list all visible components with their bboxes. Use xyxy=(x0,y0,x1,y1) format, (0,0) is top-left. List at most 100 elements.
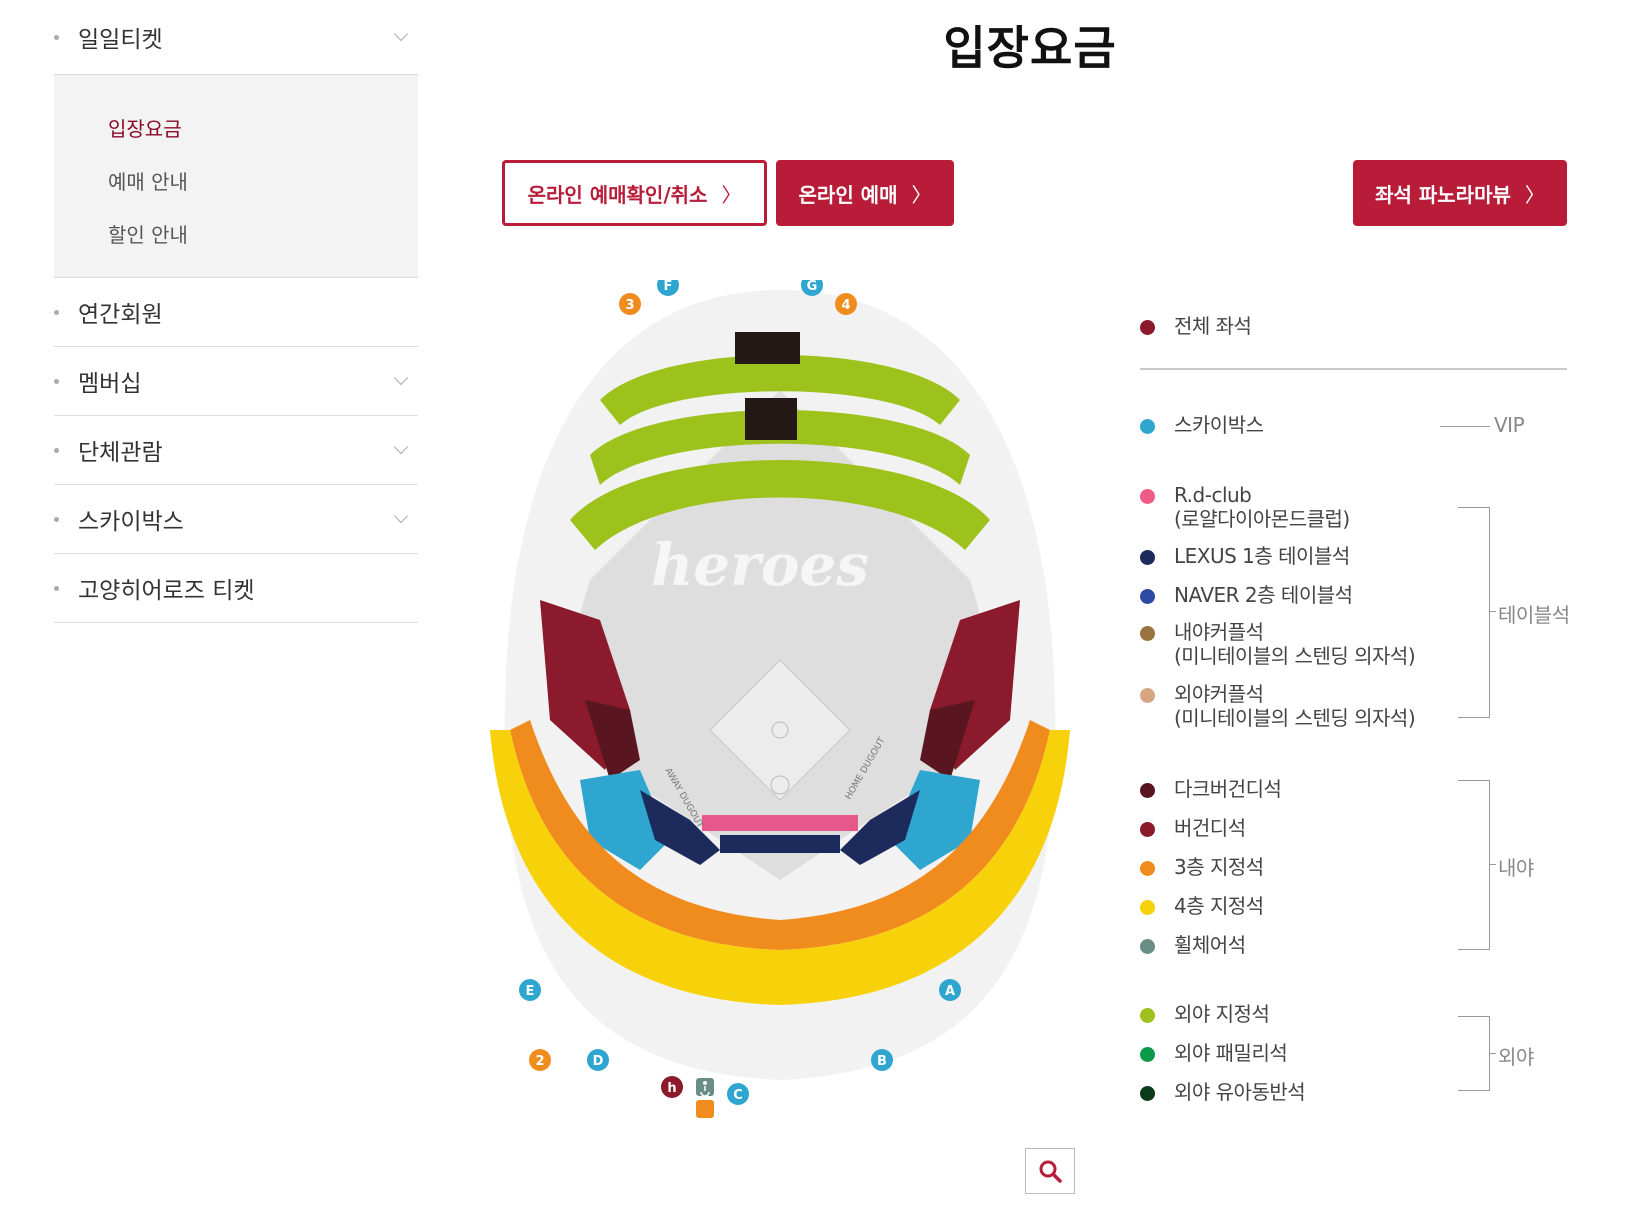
legend-dot xyxy=(1140,589,1155,604)
chevron-down-icon[interactable] xyxy=(393,439,409,455)
legend-label: 내야커플석 xyxy=(1174,620,1264,644)
group-label-infield: 내야 xyxy=(1498,856,1534,880)
outfield-black-box-upper xyxy=(735,332,800,364)
heroes-logo: heroes xyxy=(651,531,869,599)
magnifier-icon xyxy=(1039,1160,1062,1183)
vip-line xyxy=(1440,426,1490,427)
svg-text:A: A xyxy=(945,984,955,999)
gate-d-icon: D xyxy=(587,1049,609,1071)
wheelchair-icon xyxy=(696,1078,714,1097)
svg-text:4: 4 xyxy=(841,298,850,313)
sidebar-item-label: 스카이박스 xyxy=(78,509,184,535)
bracket-tick xyxy=(1490,864,1496,865)
chevron-right-icon: 〉 xyxy=(1524,182,1545,207)
chevron-down-icon[interactable] xyxy=(393,26,409,42)
legend-item-naver-table: NAVER 2층 테이블석 xyxy=(1140,583,1353,607)
stadium-seat-map[interactable]: heroes AWAY DUGOUT HOME DUGOUT F G 3 4 E… xyxy=(490,280,1070,1140)
chevron-down-icon[interactable] xyxy=(393,370,409,386)
submenu-item-discount-guide[interactable]: 할인 안내 xyxy=(108,209,418,262)
online-reserve-button[interactable]: 온라인 예매 〉 xyxy=(776,160,954,226)
legend-label: 버건디석 xyxy=(1174,816,1246,840)
legend-label: 다크버건디석 xyxy=(1174,777,1282,801)
page: 일일티켓 입장요금 예매 안내 할인 안내 연간회원 멤버십 단체관람 스카이박… xyxy=(0,0,1633,1210)
legend-dot xyxy=(1140,900,1155,915)
legend-sublabel: (미니테이블의 스텐딩 의자석) xyxy=(1174,644,1416,668)
svg-text:B: B xyxy=(877,1054,887,1069)
gate-3-icon: 3 xyxy=(619,293,641,315)
legend-label: 외야커플석 xyxy=(1174,682,1264,706)
sidebar-item-membership[interactable]: 멤버십 xyxy=(54,347,418,416)
svg-text:E: E xyxy=(526,984,535,999)
bracket-tick xyxy=(1490,1053,1496,1054)
sidebar-item-label: 고양히어로즈 티켓 xyxy=(78,578,255,604)
legend-sublabel: (미니테이블의 스텐딩 의자석) xyxy=(1174,706,1416,730)
legend-item-burgundy: 버건디석 xyxy=(1140,816,1246,840)
group-label-outfield: 외야 xyxy=(1498,1045,1534,1069)
legend-item-outfield-reserved: 외야 지정석 xyxy=(1140,1002,1270,1026)
sidebar-item-annual-member[interactable]: 연간회원 xyxy=(54,278,418,347)
bullet-icon xyxy=(54,517,59,522)
legend-item-outfield-kids: 외야 유아동반석 xyxy=(1140,1080,1306,1104)
chevron-right-icon: 〉 xyxy=(721,182,742,207)
legend-label: NAVER 2층 테이블석 xyxy=(1174,583,1353,607)
button-label: 온라인 예매확인/취소 xyxy=(527,182,708,207)
legend-dot xyxy=(1140,939,1155,954)
seat-panorama-button[interactable]: 좌석 파노라마뷰 〉 xyxy=(1353,160,1567,226)
submenu-item-reservation-guide[interactable]: 예매 안내 xyxy=(108,156,418,209)
svg-text:D: D xyxy=(593,1054,604,1069)
bracket-tick xyxy=(1490,611,1496,612)
gate-f-icon: F xyxy=(657,280,679,296)
sidebar: 일일티켓 입장요금 예매 안내 할인 안내 연간회원 멤버십 단체관람 스카이박… xyxy=(54,0,418,623)
group-label-vip: VIP xyxy=(1494,413,1525,437)
online-confirm-cancel-button[interactable]: 온라인 예매확인/취소 〉 xyxy=(502,160,767,226)
svg-text:2: 2 xyxy=(535,1054,544,1069)
legend-item-infield-couple: 내야커플석 (미니테이블의 스텐딩 의자석) xyxy=(1140,620,1416,668)
sidebar-item-group-viewing[interactable]: 단체관람 xyxy=(54,416,418,485)
submenu-item-admission-fee[interactable]: 입장요금 xyxy=(108,103,418,156)
legend-dot xyxy=(1140,1086,1155,1101)
legend-label: 외야 지정석 xyxy=(1174,1002,1270,1026)
gate-4-icon: 4 xyxy=(835,293,857,315)
legend-item-outfield-couple: 외야커플석 (미니테이블의 스텐딩 의자석) xyxy=(1140,682,1416,730)
svg-text:G: G xyxy=(807,280,818,294)
legend-item-rd-club: R.d-club (로얄다이아몬드클럽) xyxy=(1140,483,1350,531)
outfield-black-box-mid xyxy=(745,398,797,440)
legend-label-group: R.d-club (로얄다이아몬드클럽) xyxy=(1174,483,1350,531)
gate-a-icon: A xyxy=(939,979,961,1001)
chevron-right-icon: 〉 xyxy=(911,182,932,207)
svg-text:C: C xyxy=(733,1088,743,1103)
legend-dot xyxy=(1140,320,1155,335)
gate-e-icon: E xyxy=(519,979,541,1001)
page-title: 입장요금 xyxy=(943,21,1117,75)
sidebar-item-daily-ticket[interactable]: 일일티켓 xyxy=(54,0,418,75)
legend-item-3f-reserved: 3층 지정석 xyxy=(1140,855,1264,879)
chevron-down-icon[interactable] xyxy=(393,508,409,524)
legend-label: 휠체어석 xyxy=(1174,933,1246,957)
legend-label: R.d-club xyxy=(1174,483,1252,507)
button-label: 좌석 파노라마뷰 xyxy=(1375,182,1511,207)
legend-dot xyxy=(1140,783,1155,798)
legend-dot xyxy=(1140,419,1155,434)
svg-text:F: F xyxy=(664,280,673,294)
legend-label: 스카이박스 xyxy=(1174,413,1264,437)
sidebar-item-label: 연간회원 xyxy=(78,302,163,328)
sidebar-item-skybox[interactable]: 스카이박스 xyxy=(54,485,418,554)
bracket-outfield xyxy=(1458,1016,1490,1091)
legend-dot xyxy=(1140,861,1155,876)
lexus-table-center xyxy=(720,835,840,853)
bullet-icon xyxy=(54,379,59,384)
bracket-table xyxy=(1458,507,1490,718)
sidebar-item-goyang-ticket[interactable]: 고양히어로즈 티켓 xyxy=(54,554,418,623)
bullet-icon xyxy=(54,586,59,591)
legend-label: LEXUS 1층 테이블석 xyxy=(1174,544,1350,568)
rd-club-seats xyxy=(702,815,858,831)
gate-2-icon: 2 xyxy=(529,1049,551,1071)
legend-item-dark-burgundy: 다크버건디석 xyxy=(1140,777,1282,801)
legend-item-4f-reserved: 4층 지정석 xyxy=(1140,894,1264,918)
legend-dot xyxy=(1140,688,1155,703)
button-label: 온라인 예매 xyxy=(798,182,898,207)
bullet-icon xyxy=(54,35,59,40)
svg-text:h: h xyxy=(667,1081,676,1096)
zoom-button[interactable] xyxy=(1025,1148,1075,1194)
legend-item-outfield-family: 외야 패밀리석 xyxy=(1140,1041,1288,1065)
